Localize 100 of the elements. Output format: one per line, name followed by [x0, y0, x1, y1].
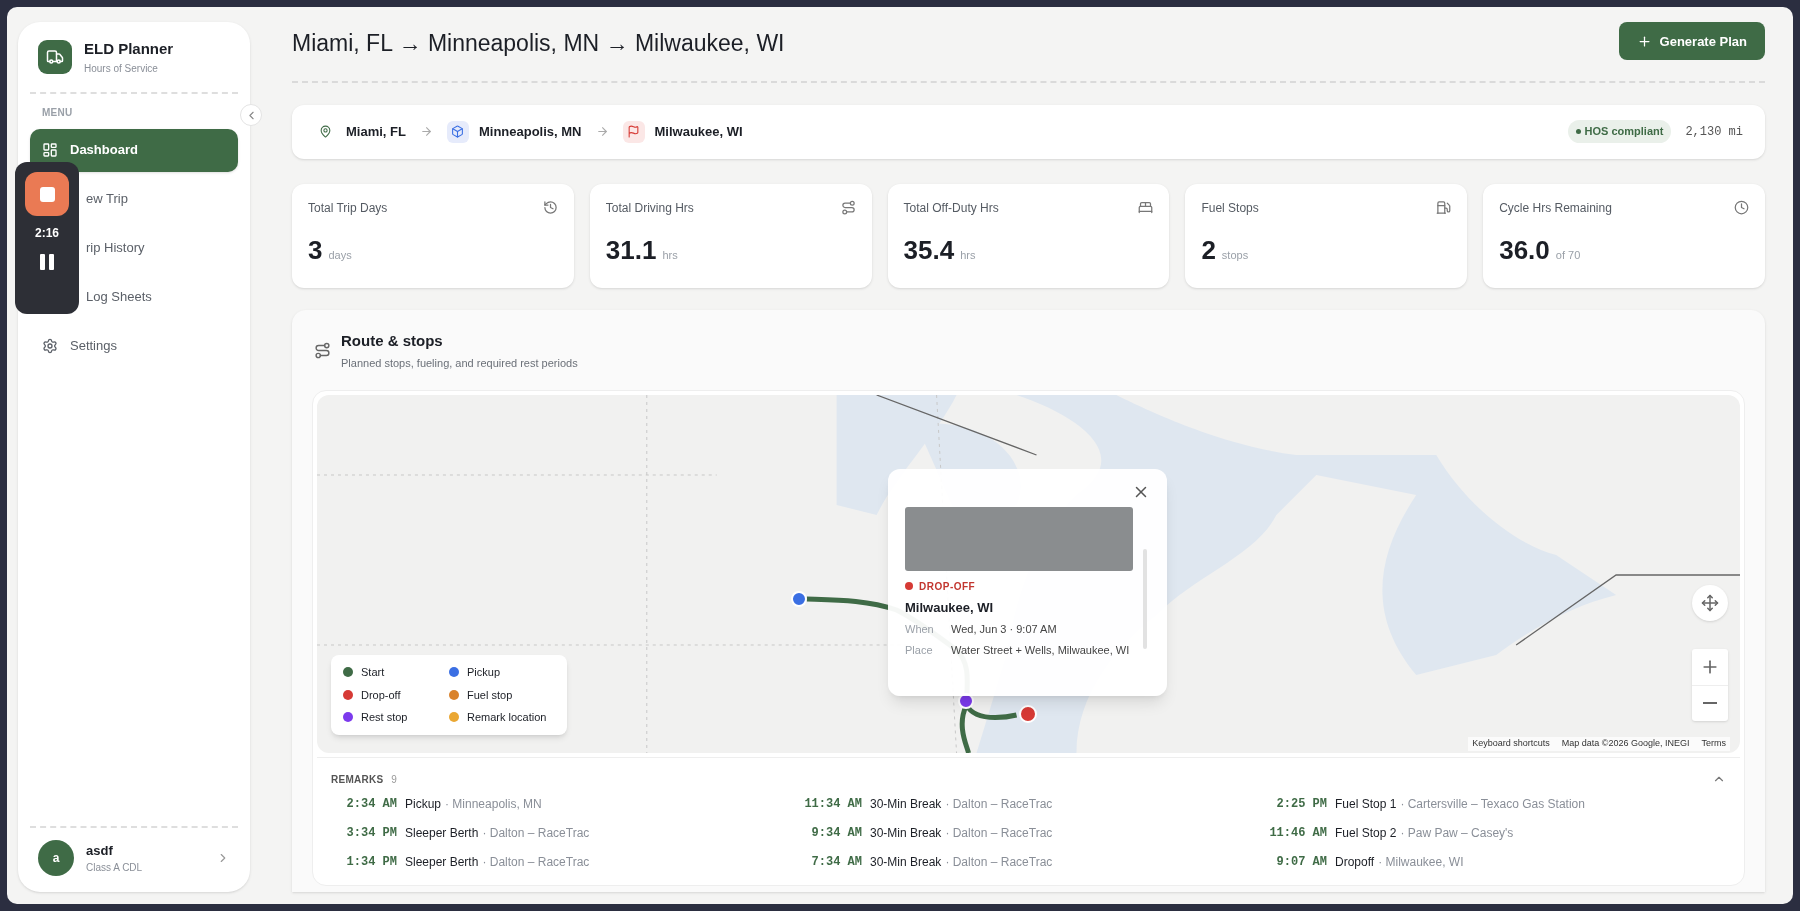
stat-label: Fuel Stops — [1201, 199, 1259, 217]
nav-item[interactable]: Dashboard — [30, 128, 238, 172]
popup-title: Milwaukee, WI — [905, 598, 995, 617]
plus-icon — [1636, 33, 1652, 49]
nav-item[interactable]: Settings — [30, 324, 238, 368]
pan-button[interactable] — [1692, 584, 1728, 621]
remark-detail: · Minneapolis, MN — [445, 795, 542, 813]
route-icon — [840, 200, 856, 215]
minus-icon — [1703, 702, 1717, 704]
remark-time: 2:25 PM — [1275, 795, 1327, 813]
remark-title: Sleeper Berth — [405, 853, 479, 871]
remark-title: 30-Min Break — [870, 853, 942, 871]
stat-unit: hrs — [662, 247, 678, 263]
remark-time: 1:34 PM — [345, 853, 397, 871]
remark-time: 9:07 AM — [1275, 853, 1327, 871]
map-attribution[interactable]: Keyboard shortcuts — [1472, 737, 1550, 751]
distance-label: 2,130 mi — [1685, 123, 1743, 141]
nav-item[interactable]: Log Sheets — [86, 275, 152, 319]
compliance-badge: HOS compliant — [1567, 120, 1672, 143]
section-title: Route & stops — [341, 330, 444, 351]
remark-title: Fuel Stop 1 — [1335, 795, 1397, 813]
remark-detail: · Dalton – RaceTrac — [482, 824, 590, 842]
remark-time: 2:34 AM — [345, 795, 397, 813]
app-name: ELD Planner — [84, 39, 174, 59]
pickup-marker[interactable] — [791, 590, 807, 607]
field-value: Wed, Jun 3 · 9:07 AM — [951, 622, 1057, 637]
stat-label: Cycle Hrs Remaining — [1499, 199, 1612, 217]
remark-title: 30-Min Break — [870, 795, 942, 813]
remark-time: 9:34 AM — [810, 824, 862, 842]
stop-label: Milwaukee, WI — [654, 122, 743, 141]
user-name: asdf — [86, 841, 114, 860]
history-icon — [542, 200, 558, 215]
remark-time: 3:34 PM — [345, 824, 397, 842]
generate-plan-button[interactable]: Generate Plan — [1618, 22, 1765, 61]
stat-unit: of 70 — [1555, 247, 1581, 263]
remarks-count: 9 — [391, 772, 397, 787]
stop-icon — [39, 186, 55, 202]
legend-label: Start — [361, 665, 385, 680]
route-icon — [314, 342, 331, 359]
legend-label: Fuel stop — [467, 687, 513, 703]
move-arrows-icon — [1701, 593, 1719, 612]
user-role: Class A CDL — [86, 861, 144, 876]
stat-unit: days — [328, 247, 352, 263]
stat-value: 35.4 — [903, 233, 955, 267]
field-label: When — [905, 622, 935, 637]
stat-value: 31.1 — [605, 233, 657, 267]
page-title: Miami, FL → Minneapolis, MN → Milwaukee, WI — [292, 29, 785, 58]
stat-value: 2 — [1201, 233, 1216, 267]
clock-icon — [1734, 200, 1749, 215]
cube-icon — [446, 120, 469, 143]
nav-item[interactable]: ew Trip — [86, 177, 128, 221]
stat-value: 3 — [308, 233, 323, 267]
field-value: Water Street + Wells, Milwaukee, WI — [951, 642, 1130, 658]
menu-heading: MENU — [41, 105, 74, 120]
stop-label: Minneapolis, MN — [478, 122, 582, 141]
dashboard-icon — [42, 142, 58, 158]
remark-detail: · Dalton – RaceTrac — [945, 795, 1053, 813]
user-avatar: a — [38, 840, 74, 876]
stat-value: 36.0 — [1499, 233, 1550, 267]
remark-time: 7:34 AM — [810, 853, 862, 871]
stat-unit: stops — [1221, 247, 1249, 263]
remark-title: Pickup — [405, 795, 442, 813]
remark-detail: · Dalton – RaceTrac — [945, 824, 1053, 842]
legend-label: Remark location — [467, 710, 547, 725]
remark-title: Dropoff — [1335, 853, 1375, 871]
stop-recording-button[interactable] — [25, 172, 69, 216]
remark-title: Sleeper Berth — [405, 824, 479, 842]
app-subtitle: Hours of Service — [84, 61, 159, 76]
remark-title: Fuel Stop 2 — [1335, 824, 1397, 842]
bed-icon — [1138, 200, 1154, 215]
nav-item[interactable]: rip History — [86, 226, 145, 270]
stat-label: Total Driving Hrs — [605, 199, 694, 217]
remark-time: 11:46 AM — [1268, 824, 1327, 842]
truck-logo-icon — [38, 39, 72, 74]
stat-label: Total Off-Duty Hrs — [903, 199, 999, 217]
flag-icon — [622, 120, 645, 143]
remark-title: 30-Min Break — [870, 824, 942, 842]
stat-unit: hrs — [960, 247, 976, 263]
field-label: Place — [905, 642, 934, 658]
map-attribution: Map data ©2026 Google, INEGI — [1561, 737, 1690, 750]
stop-type-label: DROP-OFF — [919, 579, 976, 594]
remark-detail: · Paw Paw – Casey's — [1400, 824, 1514, 842]
remark-time: 11:34 AM — [803, 795, 862, 813]
remark-detail: · Cartersville – Texaco Gas Station — [1400, 795, 1585, 813]
arrow-right-icon — [419, 125, 433, 138]
stop-label: Miami, FL — [346, 122, 406, 141]
legend-label: Drop-off — [361, 687, 401, 703]
section-subtitle: Planned stops, fueling, and required rest periods — [341, 356, 578, 371]
stat-label: Total Trip Days — [308, 199, 388, 217]
arrow-right-icon — [595, 125, 609, 138]
fuel-pump-icon — [1436, 200, 1452, 215]
legend-label: Rest stop — [361, 710, 408, 725]
settings-icon — [42, 338, 58, 354]
remark-detail: · Dalton – RaceTrac — [945, 853, 1053, 871]
recording-time: 2:16 — [35, 225, 59, 242]
remark-detail: · Dalton – RaceTrac — [482, 853, 590, 871]
legend-label: Pickup — [467, 665, 501, 680]
remark-detail: · Milwaukee, WI — [1378, 853, 1464, 871]
map-attribution[interactable]: Terms — [1701, 737, 1726, 751]
remarks-heading: REMARKS — [331, 772, 384, 787]
